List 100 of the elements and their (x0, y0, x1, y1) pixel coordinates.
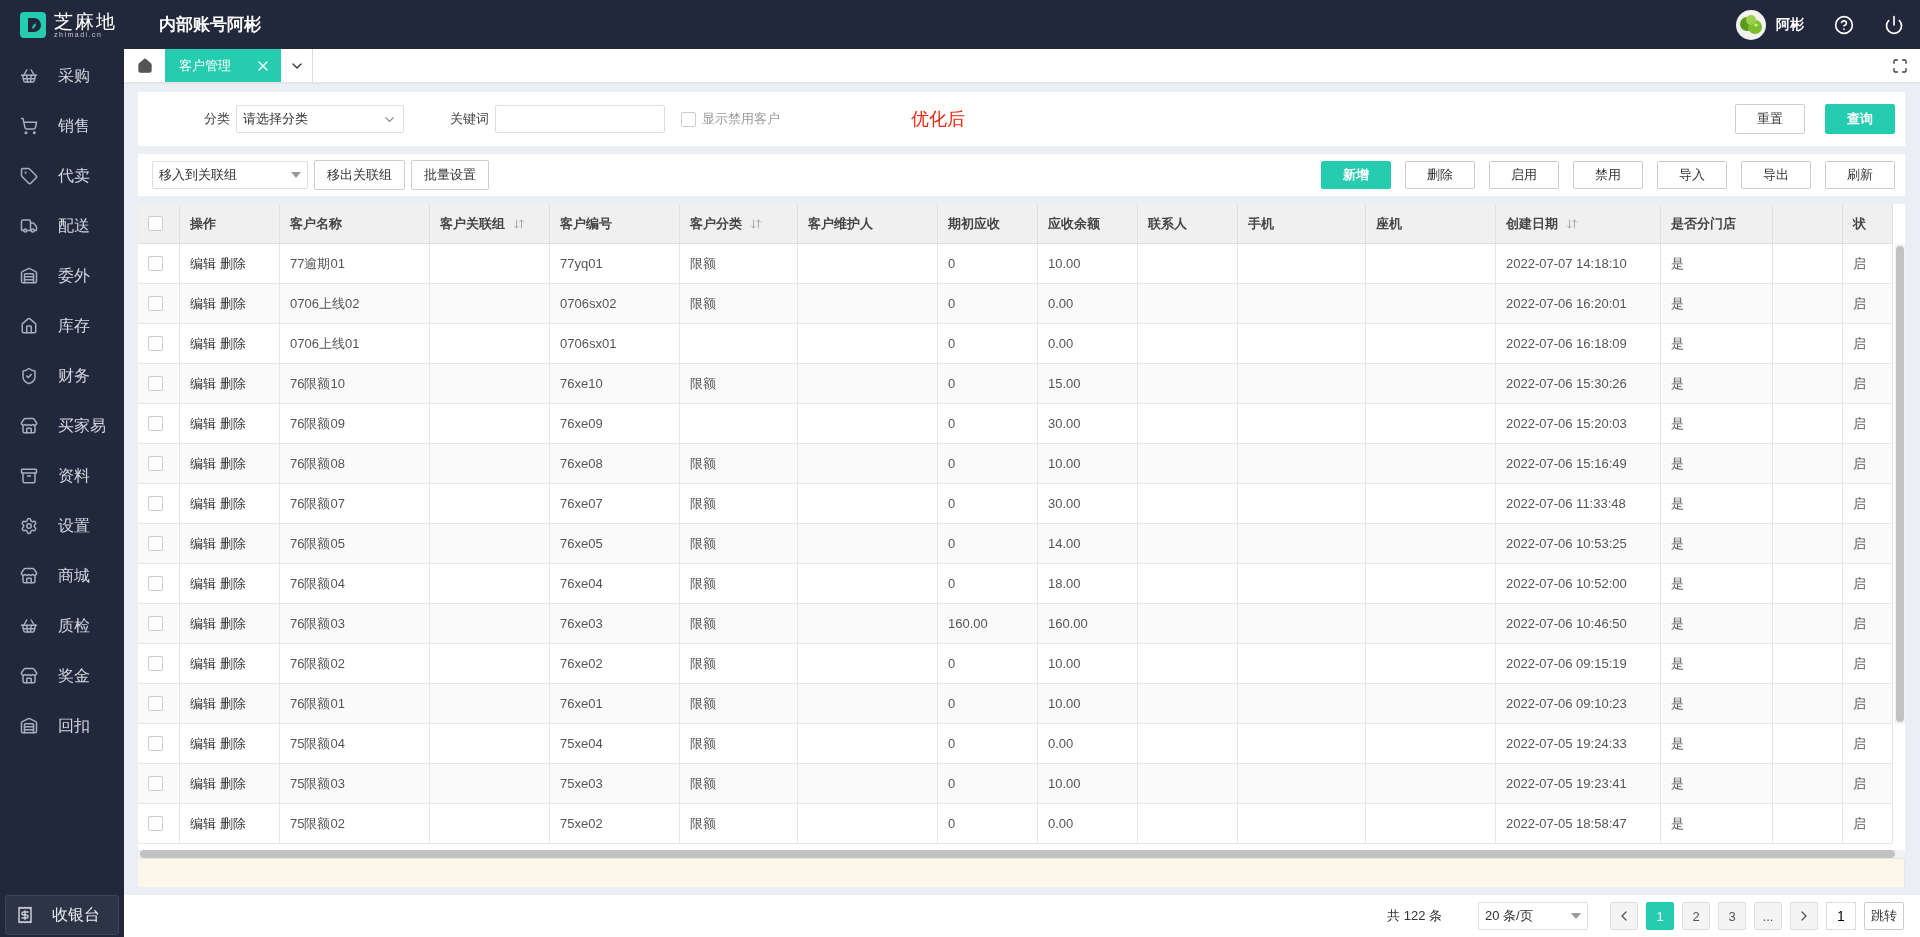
delete-link[interactable]: 删除 (220, 454, 246, 473)
edit-link[interactable]: 编辑 (190, 454, 216, 473)
toolbar-button[interactable]: 启用 (1489, 161, 1559, 189)
category-select[interactable]: 请选择分类 (236, 105, 404, 133)
sidebar-item[interactable]: 采购 (0, 51, 124, 101)
table-cell (1773, 604, 1843, 644)
row-checkbox[interactable] (148, 296, 163, 311)
next-page-button[interactable] (1790, 902, 1818, 930)
delete-link[interactable]: 删除 (220, 654, 246, 673)
delete-link[interactable]: 删除 (220, 414, 246, 433)
row-checkbox[interactable] (148, 496, 163, 511)
sort-icon[interactable] (750, 217, 762, 230)
page-button[interactable]: ... (1754, 902, 1782, 930)
sidebar-item[interactable]: 设置 (0, 501, 124, 551)
toolbar-button[interactable]: 移出关联组 (314, 160, 405, 190)
row-checkbox[interactable] (148, 656, 163, 671)
sidebar-item[interactable]: 资料 (0, 451, 124, 501)
edit-link[interactable]: 编辑 (190, 734, 216, 753)
edit-link[interactable]: 编辑 (190, 574, 216, 593)
toolbar-button[interactable]: 删除 (1405, 161, 1475, 189)
edit-link[interactable]: 编辑 (190, 294, 216, 313)
sidebar-item[interactable]: 配送 (0, 201, 124, 251)
previous-page-button[interactable] (1610, 902, 1638, 930)
sidebar-item[interactable]: 委外 (0, 251, 124, 301)
edit-link[interactable]: 编辑 (190, 494, 216, 513)
row-checkbox[interactable] (148, 576, 163, 591)
row-checkbox[interactable] (148, 256, 163, 271)
sidebar-item[interactable]: 回扣 (0, 701, 124, 751)
column-header[interactable]: 客户关联组 (430, 204, 550, 244)
edit-link[interactable]: 编辑 (190, 694, 216, 713)
row-checkbox[interactable] (148, 456, 163, 471)
user-name[interactable]: 阿彬 (1776, 15, 1804, 34)
toolbar-button[interactable]: 导出 (1741, 161, 1811, 189)
row-checkbox[interactable] (148, 416, 163, 431)
row-checkbox[interactable] (148, 816, 163, 831)
table-cell: 30.00 (1038, 404, 1138, 444)
edit-link[interactable]: 编辑 (190, 614, 216, 633)
delete-link[interactable]: 删除 (220, 614, 246, 633)
select-all-checkbox[interactable] (148, 216, 163, 231)
delete-link[interactable]: 删除 (220, 534, 246, 553)
row-checkbox[interactable] (148, 776, 163, 791)
edit-link[interactable]: 编辑 (190, 334, 216, 353)
delete-link[interactable]: 删除 (220, 734, 246, 753)
toolbar-button[interactable]: 禁用 (1573, 161, 1643, 189)
toolbar-button[interactable]: 导入 (1657, 161, 1727, 189)
delete-link[interactable]: 删除 (220, 254, 246, 273)
delete-link[interactable]: 删除 (220, 694, 246, 713)
toolbar-button[interactable]: 刷新 (1825, 161, 1895, 189)
sidebar-item[interactable]: 库存 (0, 301, 124, 351)
column-header[interactable]: 客户分类 (680, 204, 798, 244)
edit-link[interactable]: 编辑 (190, 774, 216, 793)
sidebar-item[interactable]: 销售 (0, 101, 124, 151)
table-cell: 76xe02 (550, 644, 680, 684)
sidebar-item[interactable]: 奖金 (0, 651, 124, 701)
shield-icon (20, 367, 38, 385)
delete-link[interactable]: 删除 (220, 494, 246, 513)
group-select[interactable]: 移入到关联组 (152, 161, 308, 189)
sidebar-item[interactable]: 质检 (0, 601, 124, 651)
sort-icon[interactable] (513, 217, 525, 230)
page-button[interactable]: 3 (1718, 902, 1746, 930)
row-checkbox[interactable] (148, 616, 163, 631)
edit-link[interactable]: 编辑 (190, 814, 216, 833)
row-checkbox[interactable] (148, 336, 163, 351)
edit-link[interactable]: 编辑 (190, 534, 216, 553)
sidebar-item[interactable]: 商城 (0, 551, 124, 601)
jump-button[interactable]: 跳转 (1864, 902, 1904, 930)
edit-link[interactable]: 编辑 (190, 254, 216, 273)
page-field[interactable]: 1 (1826, 902, 1856, 930)
cashier-button[interactable]: 收银台 (5, 895, 119, 935)
scrollbar-thumb[interactable] (1896, 246, 1904, 722)
checkbox[interactable] (681, 111, 696, 127)
delete-link[interactable]: 删除 (220, 374, 246, 393)
row-checkbox[interactable] (148, 536, 163, 551)
reset-button[interactable]: 重置 (1735, 104, 1805, 134)
table-cell: 0.00 (1038, 324, 1138, 364)
sidebar-item[interactable]: 买家易 (0, 401, 124, 451)
sort-icon[interactable] (1566, 217, 1578, 230)
row-checkbox[interactable] (148, 696, 163, 711)
edit-link[interactable]: 编辑 (190, 654, 216, 673)
delete-link[interactable]: 删除 (220, 814, 246, 833)
sidebar-item[interactable]: 代卖 (0, 151, 124, 201)
edit-link[interactable]: 编辑 (190, 374, 216, 393)
column-header: 手机 (1238, 204, 1366, 244)
page-button[interactable]: 2 (1682, 902, 1710, 930)
delete-link[interactable]: 删除 (220, 294, 246, 313)
row-checkbox[interactable] (148, 376, 163, 391)
page-size-select[interactable]: 20 条/页 (1478, 902, 1588, 930)
delete-link[interactable]: 删除 (220, 774, 246, 793)
edit-link[interactable]: 编辑 (190, 414, 216, 433)
sidebar-item[interactable]: 财务 (0, 351, 124, 401)
power-icon[interactable] (1884, 14, 1904, 35)
scrollbar-thumb[interactable] (140, 850, 1895, 858)
row-checkbox[interactable] (148, 736, 163, 751)
help-icon[interactable] (1834, 14, 1854, 35)
toolbar-button[interactable]: 批量设置 (411, 160, 489, 190)
column-header[interactable]: 创建日期 (1496, 204, 1661, 244)
delete-link[interactable]: 删除 (220, 574, 246, 593)
table-cell: 限额 (680, 724, 798, 764)
keyword-field[interactable] (495, 105, 665, 133)
delete-link[interactable]: 删除 (220, 334, 246, 353)
